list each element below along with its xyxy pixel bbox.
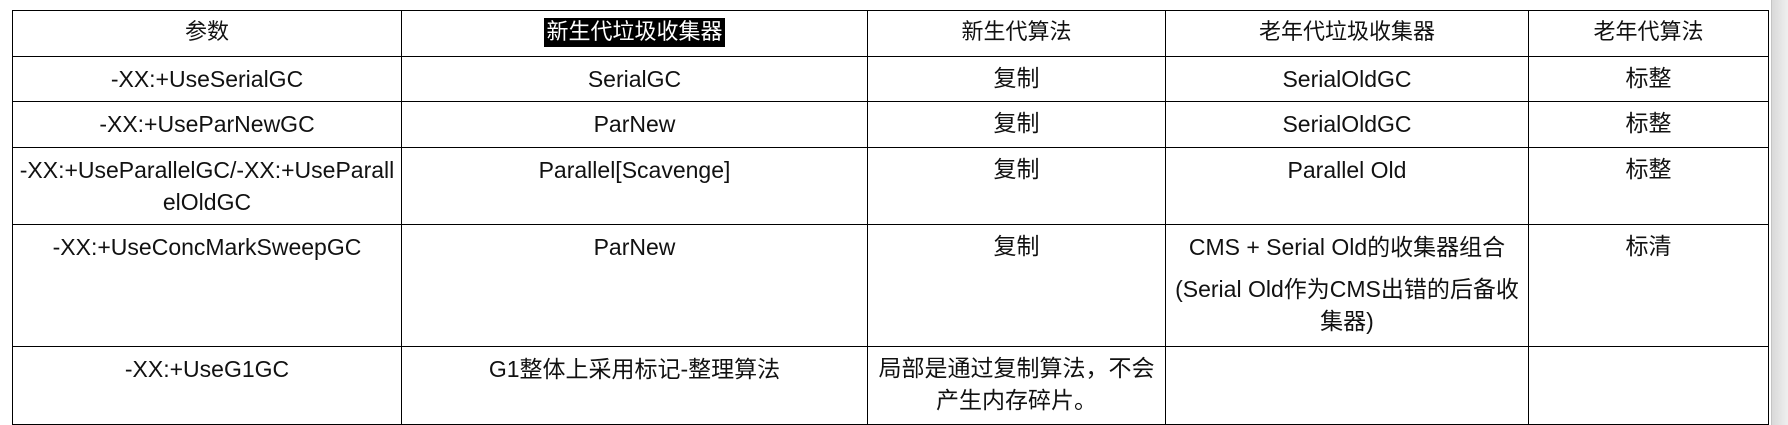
cell-young-collector[interactable]: SerialGC xyxy=(401,56,868,102)
cell-young-algorithm[interactable]: 复制 xyxy=(867,147,1166,225)
cell-old-collector[interactable]: SerialOldGC xyxy=(1165,101,1529,148)
cell-param[interactable]: -XX:+UseSerialGC xyxy=(12,56,402,102)
header-old-algorithm: 老年代算法 xyxy=(1528,10,1769,57)
cell-young-algorithm[interactable]: 复制 xyxy=(867,224,1166,347)
table-row: -XX:+UseSerialGC SerialGC 复制 SerialOldGC… xyxy=(12,56,1769,102)
cell-old-collector[interactable]: CMS + Serial Old的收集器组合 (Serial Old作为CMS出… xyxy=(1165,224,1529,347)
cell-old-algorithm[interactable] xyxy=(1528,346,1769,425)
cell-param[interactable]: -XX:+UseG1GC xyxy=(12,346,402,425)
table-row: -XX:+UseConcMarkSweepGC ParNew 复制 CMS + … xyxy=(12,224,1769,347)
cell-old-collector[interactable] xyxy=(1165,346,1529,425)
header-old-collector: 老年代垃圾收集器 xyxy=(1165,10,1529,57)
selected-text-highlight[interactable]: 新生代垃圾收集器 xyxy=(544,18,725,47)
header-young-collector: 新生代垃圾收集器 xyxy=(401,10,868,57)
cell-old-collector[interactable]: Parallel Old xyxy=(1165,147,1529,225)
cell-young-algorithm[interactable]: 局部是通过复制算法，不会产生内存碎片。 xyxy=(867,346,1166,425)
table-row: -XX:+UseParNewGC ParNew 复制 SerialOldGC 标… xyxy=(12,101,1769,148)
cell-param[interactable]: -XX:+UseParallelGC/-XX:+UseParallelOldGC xyxy=(12,147,402,225)
table-row: -XX:+UseG1GC G1整体上采用标记-整理算法 局部是通过复制算法，不会… xyxy=(12,346,1769,425)
cell-young-algorithm[interactable]: 复制 xyxy=(867,56,1166,102)
cell-old-algorithm[interactable]: 标清 xyxy=(1528,224,1769,347)
cell-young-collector[interactable]: G1整体上采用标记-整理算法 xyxy=(401,346,868,425)
cms-combination-text: CMS + Serial Old的收集器组合 xyxy=(1188,234,1506,260)
cell-param[interactable]: -XX:+UseConcMarkSweepGC xyxy=(12,224,402,347)
cell-young-collector[interactable]: ParNew xyxy=(401,224,868,347)
table-header-row: 参数 新生代垃圾收集器 新生代算法 老年代垃圾收集器 老年代算法 xyxy=(12,10,1769,57)
cell-old-algorithm[interactable]: 标整 xyxy=(1528,147,1769,225)
cms-fallback-note: (Serial Old作为CMS出错的后备收集器) xyxy=(1175,276,1519,334)
cell-young-collector[interactable]: ParNew xyxy=(401,101,868,148)
cell-young-algorithm[interactable]: 复制 xyxy=(867,101,1166,148)
gc-collector-table: 参数 新生代垃圾收集器 新生代算法 老年代垃圾收集器 老年代算法 -XX:+Us… xyxy=(12,10,1769,425)
cell-old-collector[interactable]: SerialOldGC xyxy=(1165,56,1529,102)
cell-old-algorithm[interactable]: 标整 xyxy=(1528,56,1769,102)
table-row: -XX:+UseParallelGC/-XX:+UseParallelOldGC… xyxy=(12,147,1769,225)
document-page: 参数 新生代垃圾收集器 新生代算法 老年代垃圾收集器 老年代算法 -XX:+Us… xyxy=(0,0,1772,425)
cell-param[interactable]: -XX:+UseParNewGC xyxy=(12,101,402,148)
vertical-scrollbar[interactable] xyxy=(1771,0,1788,425)
cell-young-collector[interactable]: Parallel[Scavenge] xyxy=(401,147,868,225)
header-param: 参数 xyxy=(12,10,402,57)
cell-old-algorithm[interactable]: 标整 xyxy=(1528,101,1769,148)
header-young-algorithm: 新生代算法 xyxy=(867,10,1166,57)
